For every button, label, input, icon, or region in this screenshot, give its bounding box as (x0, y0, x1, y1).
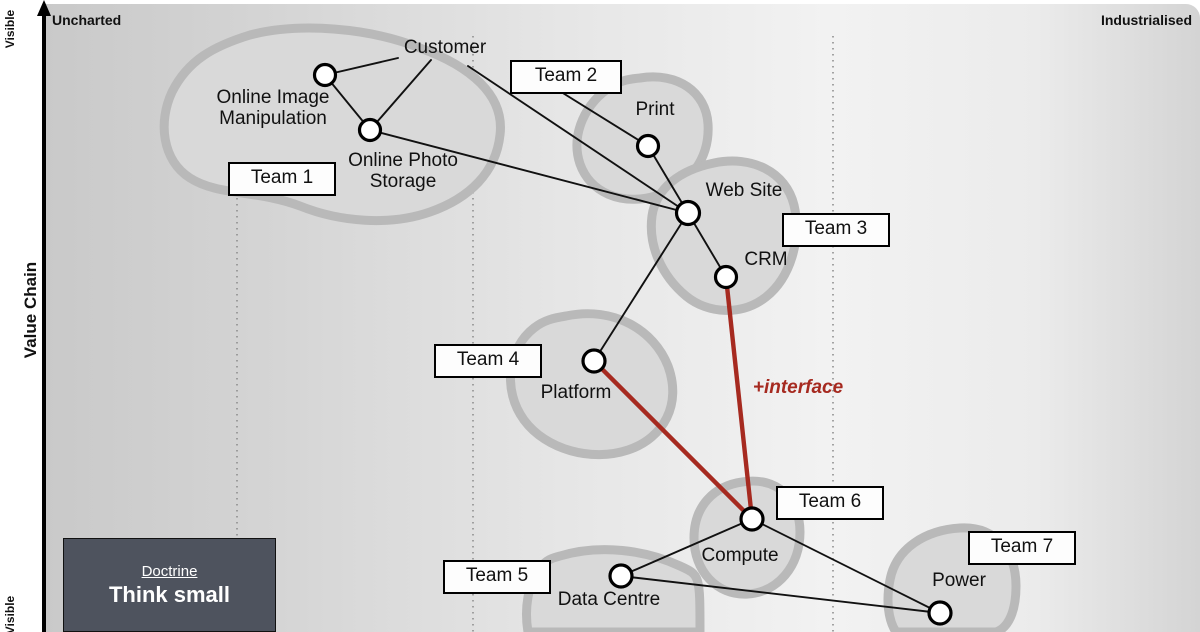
team-box-team-3[interactable]: Team 3 (782, 213, 890, 247)
node-label-platform: Platform (540, 382, 612, 403)
x-axis-left-label: Uncharted (52, 12, 122, 28)
annotation-interface: +interface (752, 377, 844, 398)
node-label-data-centre: Data Centre (557, 589, 661, 610)
team-box-team-1[interactable]: Team 1 (228, 162, 336, 196)
doctrine-box[interactable]: Doctrine Think small (63, 538, 276, 632)
team-box-team-7[interactable]: Team 7 (968, 531, 1076, 565)
team-box-team-4[interactable]: Team 4 (434, 344, 542, 378)
doctrine-kicker: Doctrine (141, 563, 198, 580)
team-box-team-2[interactable]: Team 2 (510, 60, 622, 94)
x-axis-right-label: Industrialised (1100, 12, 1192, 28)
team-box-team-5[interactable]: Team 5 (443, 560, 551, 594)
node-label-crm: CRM (744, 249, 788, 270)
wardley-map-canvas: Value Chain Visible Visible Uncharted In… (0, 0, 1200, 632)
doctrine-text: Think small (108, 582, 231, 607)
node-label-customer: Customer (403, 37, 487, 58)
node-web-site[interactable] (674, 199, 702, 227)
node-print[interactable] (635, 133, 661, 159)
node-label-print: Print (635, 99, 675, 120)
y-axis-title: Value Chain (21, 261, 40, 359)
node-crm[interactable] (713, 264, 739, 290)
node-online-image-manipulation[interactable] (312, 62, 338, 88)
node-label-compute: Compute (701, 545, 779, 566)
node-label-power: Power (932, 570, 986, 591)
node-label-online-photo-storage: Online Photo Storage (348, 150, 458, 192)
node-label-online-image-manipulation: Online Image Manipulation (216, 87, 330, 129)
node-data-centre[interactable] (608, 563, 634, 589)
node-label-web-site: Web Site (705, 180, 783, 201)
node-compute[interactable] (739, 506, 765, 532)
node-platform[interactable] (581, 348, 607, 374)
node-power[interactable] (927, 600, 953, 626)
y-axis-top-label: Visible (3, 9, 17, 49)
team-box-team-6[interactable]: Team 6 (776, 486, 884, 520)
y-axis-bottom-label: Visible (3, 595, 17, 632)
node-online-photo-storage[interactable] (357, 117, 383, 143)
